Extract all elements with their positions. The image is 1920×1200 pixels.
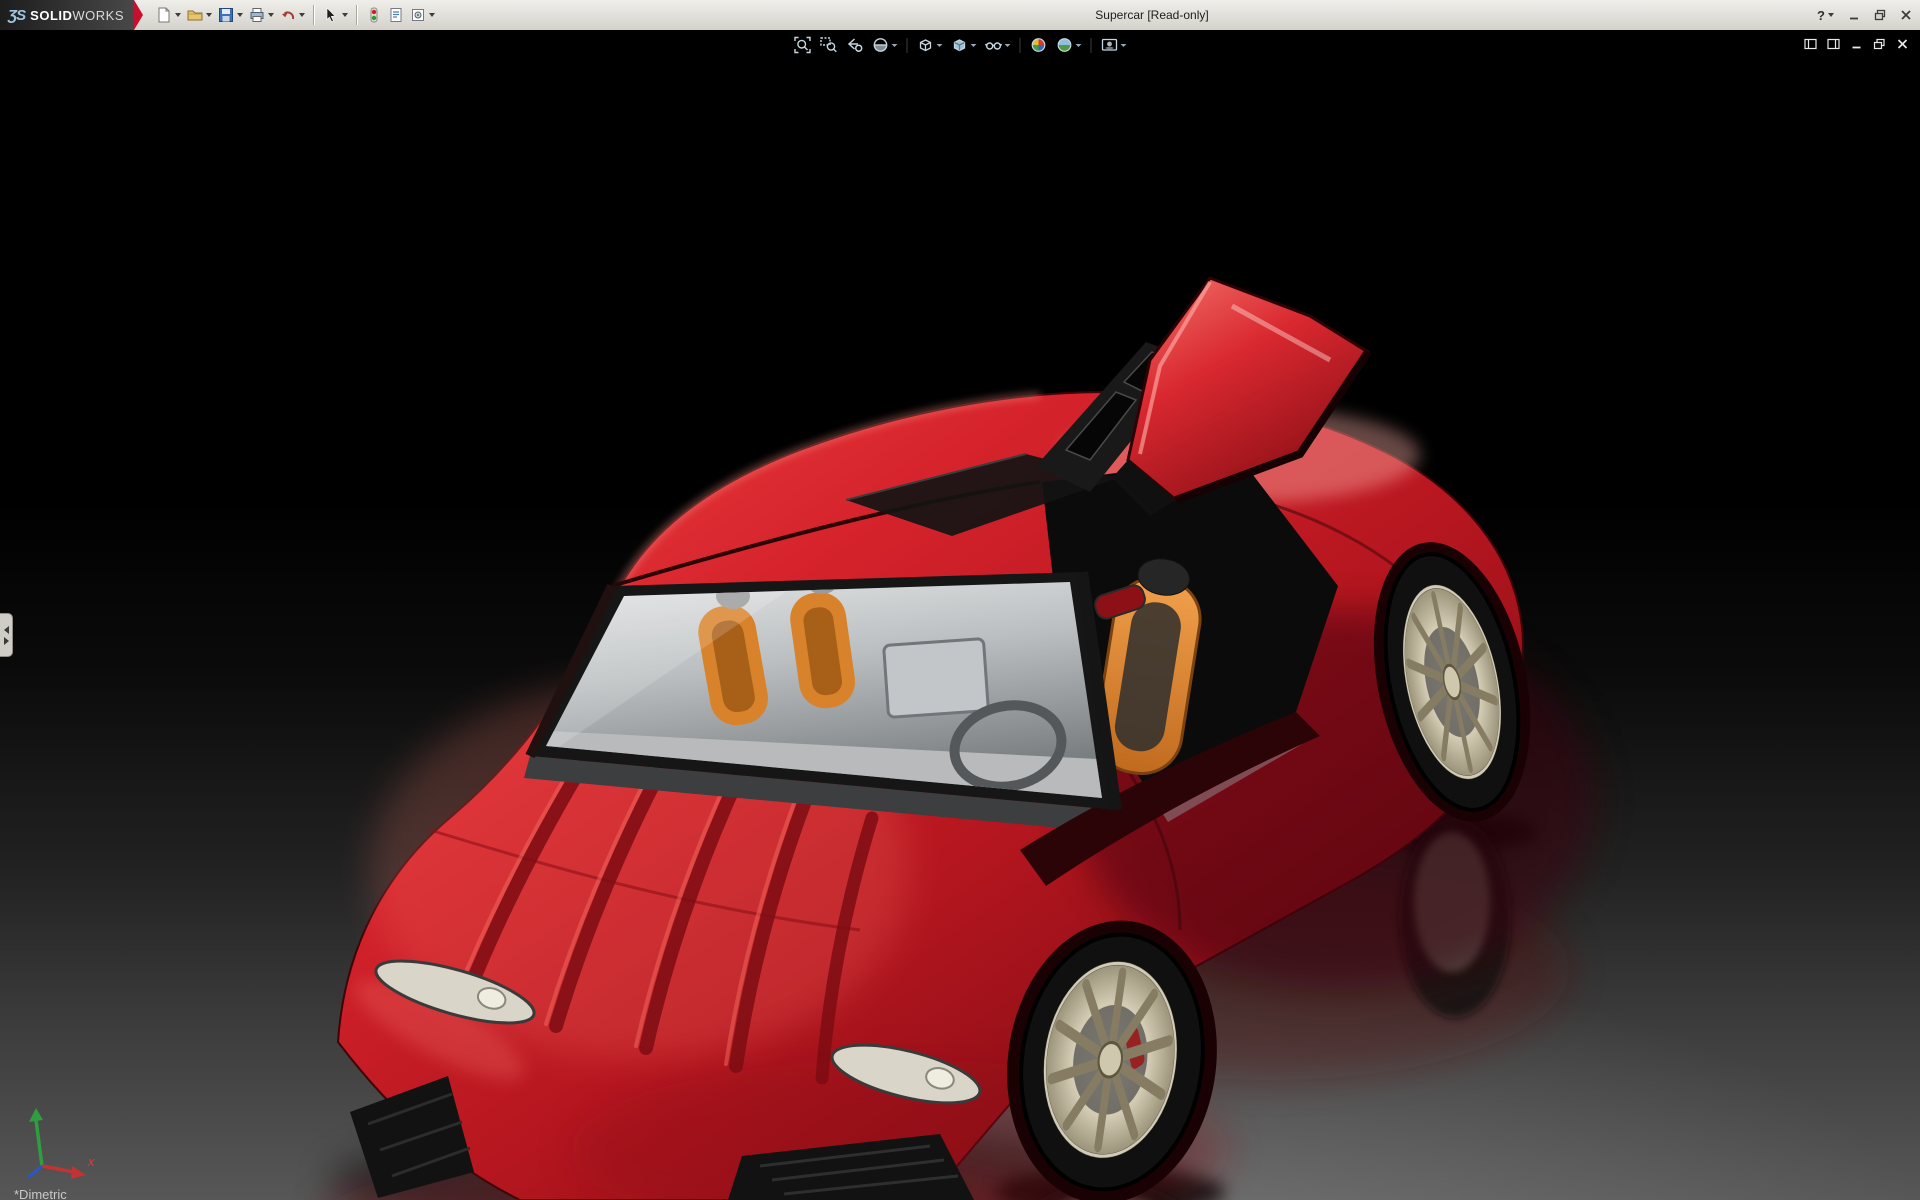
brand-name-secondary: WORKS: [72, 8, 124, 23]
view-orientation-icon: [917, 36, 935, 54]
close-icon: [1900, 9, 1912, 21]
close-window-button[interactable]: [1898, 3, 1914, 27]
chevron-down-icon[interactable]: [299, 13, 305, 17]
chevron-down-icon[interactable]: [206, 13, 212, 17]
file-properties-icon: [388, 7, 404, 23]
toolbar-separator: [356, 5, 358, 25]
chevron-down-icon[interactable]: [1076, 44, 1082, 47]
zoom-to-fit-icon: [794, 36, 812, 54]
minimize-window-button[interactable]: [1846, 3, 1862, 27]
doc-restore-icon: [1873, 38, 1886, 50]
open-folder-icon: [187, 7, 203, 23]
doc-close-icon: [1896, 38, 1909, 50]
chevron-down-icon[interactable]: [268, 13, 274, 17]
title-bar: ƷS SOLIDWORKS: [0, 0, 1920, 31]
featuremanager-collapsed-tab[interactable]: [0, 613, 13, 657]
hide-show-items-button[interactable]: [982, 34, 1014, 56]
toggle-right-pane-button[interactable]: [1826, 36, 1841, 52]
window-controls: ?: [1815, 0, 1914, 30]
chevron-down-icon[interactable]: [175, 13, 181, 17]
toolbar-separator: [1091, 38, 1092, 53]
supercar-model[interactable]: [0, 30, 1920, 1200]
chevron-left-icon: [4, 626, 9, 634]
zoom-to-fit-button[interactable]: [791, 34, 815, 56]
chevron-down-icon[interactable]: [1121, 44, 1127, 47]
heads-up-view-toolbar: [791, 34, 1130, 56]
previous-view-icon: [846, 36, 864, 54]
view-orientation-label: *Dimetric: [14, 1187, 67, 1200]
new-document-button[interactable]: [153, 2, 184, 28]
toolbar-separator: [1020, 38, 1021, 53]
minimize-icon: [1848, 9, 1860, 21]
solidworks-window: ƷS SOLIDWORKS: [0, 0, 1920, 1200]
print-button[interactable]: [246, 2, 277, 28]
section-view-icon: [872, 36, 890, 54]
save-button[interactable]: [215, 2, 246, 28]
restore-icon: [1874, 9, 1886, 21]
chevron-down-icon[interactable]: [937, 44, 943, 47]
chevron-down-icon[interactable]: [429, 13, 435, 17]
view-settings-button[interactable]: [1098, 34, 1130, 56]
help-menu-button[interactable]: ?: [1815, 3, 1836, 27]
solidworks-logo: ƷS SOLIDWORKS: [0, 0, 134, 30]
edit-appearance-icon: [1030, 36, 1048, 54]
chevron-down-icon[interactable]: [1005, 44, 1011, 47]
rebuild-icon: [366, 7, 382, 23]
new-document-icon: [156, 7, 172, 23]
toggle-left-pane-icon: [1804, 38, 1817, 50]
chevron-down-icon[interactable]: [892, 44, 898, 47]
display-style-icon: [951, 36, 969, 54]
toolbar-separator: [313, 5, 315, 25]
options-icon: [410, 7, 426, 23]
restore-window-button[interactable]: [1872, 3, 1888, 27]
hide-show-items-icon: [985, 36, 1003, 54]
triad-x-label: x: [87, 1154, 95, 1169]
section-view-button[interactable]: [869, 34, 901, 56]
previous-view-button[interactable]: [843, 34, 867, 56]
document-window-controls: [1803, 36, 1910, 52]
undo-button[interactable]: [277, 2, 308, 28]
edit-appearance-button[interactable]: [1027, 34, 1051, 56]
apply-scene-button[interactable]: [1053, 34, 1085, 56]
standard-toolbar: [153, 0, 438, 30]
open-button[interactable]: [184, 2, 215, 28]
document-title: Supercar [Read-only]: [1095, 0, 1208, 30]
doc-minimize-icon: [1850, 38, 1863, 50]
restore-document-button[interactable]: [1872, 36, 1887, 52]
options-button[interactable]: [407, 2, 438, 28]
brand-accent-icon: [134, 0, 143, 30]
graphics-area[interactable]: x *Dimetric: [0, 30, 1920, 1200]
chevron-down-icon[interactable]: [971, 44, 977, 47]
select-button[interactable]: [320, 2, 351, 28]
save-icon: [218, 7, 234, 23]
toggle-left-pane-button[interactable]: [1803, 36, 1818, 52]
brand-name-primary: SOLID: [30, 8, 72, 23]
view-settings-icon: [1101, 36, 1119, 54]
display-style-button[interactable]: [948, 34, 980, 56]
chevron-right-icon: [4, 637, 9, 645]
toolbar-separator: [907, 38, 908, 53]
close-document-button[interactable]: [1895, 36, 1910, 52]
select-cursor-icon: [323, 7, 339, 23]
view-orientation-button[interactable]: [914, 34, 946, 56]
toggle-right-pane-icon: [1827, 38, 1840, 50]
rebuild-button[interactable]: [363, 2, 385, 28]
chevron-down-icon[interactable]: [237, 13, 243, 17]
undo-icon: [280, 7, 296, 23]
help-label: ?: [1817, 8, 1825, 23]
apply-scene-icon: [1056, 36, 1074, 54]
chevron-down-icon[interactable]: [342, 13, 348, 17]
reference-triad: x: [12, 1104, 102, 1184]
file-properties-button[interactable]: [385, 2, 407, 28]
chevron-down-icon[interactable]: [1828, 13, 1834, 17]
minimize-document-button[interactable]: [1849, 36, 1864, 52]
zoom-to-area-icon: [820, 36, 838, 54]
dassault-3ds-logo-icon: ƷS: [8, 7, 25, 24]
print-icon: [249, 7, 265, 23]
zoom-to-area-button[interactable]: [817, 34, 841, 56]
